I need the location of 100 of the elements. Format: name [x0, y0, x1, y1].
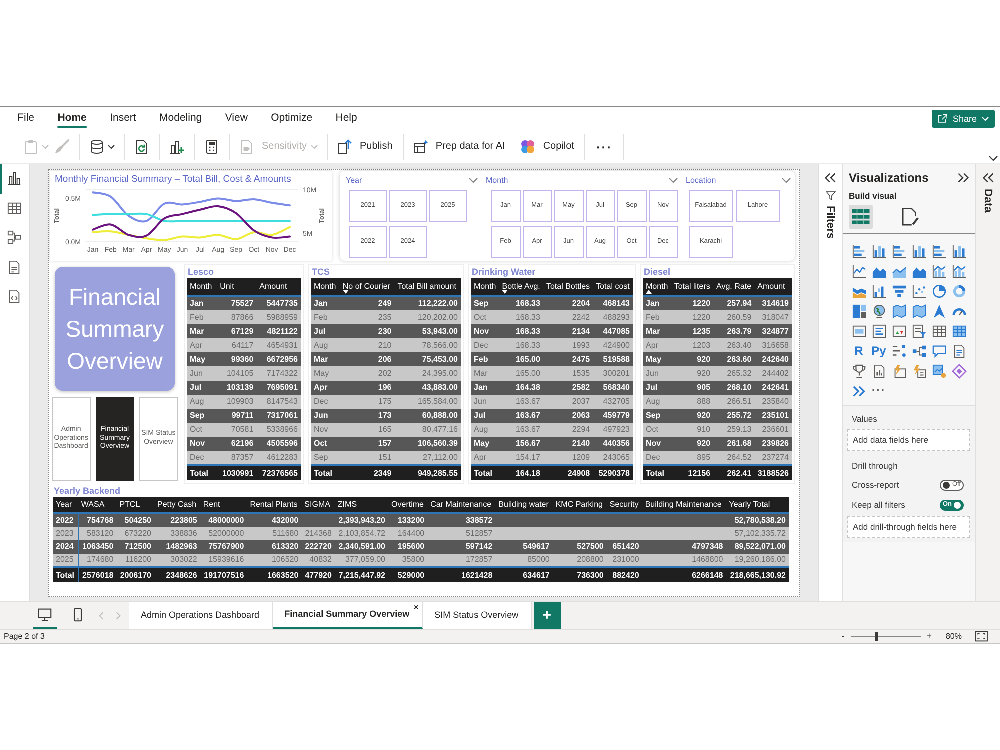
column-header[interactable]: Total Bill amount — [394, 278, 461, 296]
column-header[interactable]: Security — [606, 497, 642, 513]
prep-data-button[interactable]: Prep data for AI — [412, 136, 506, 158]
column-header[interactable]: ZIMS — [334, 497, 389, 513]
trophy-icon[interactable] — [852, 364, 866, 378]
hierarchy-icon[interactable] — [912, 344, 926, 358]
add-page-button[interactable]: + — [534, 602, 561, 629]
table-icon[interactable] — [932, 324, 946, 338]
column-header[interactable]: Petty Cash — [154, 497, 200, 513]
matrix-icon[interactable] — [952, 324, 966, 338]
column-header[interactable]: Year — [53, 497, 78, 513]
double-chevron-right-icon[interactable] — [958, 173, 969, 183]
toggle-knob[interactable] — [943, 482, 950, 488]
column-header[interactable]: Building Maintenance — [642, 497, 726, 513]
column-header[interactable]: KMC Parking — [552, 497, 607, 513]
python-visual-button[interactable]: Py — [872, 345, 886, 357]
menu-tab[interactable]: Home — [46, 108, 98, 130]
column-header[interactable]: Total Bottles — [543, 278, 594, 296]
column-header[interactable]: Bottle Avg. — [499, 278, 544, 296]
horizontal-bar-chart-icon[interactable] — [892, 244, 906, 258]
column-header[interactable]: SIGMA — [302, 497, 335, 513]
column-header[interactable]: Avg. Rate — [714, 278, 755, 296]
chevron-down-icon[interactable] — [989, 156, 998, 161]
column-header[interactable]: Total cost — [593, 278, 633, 296]
waterfall-chart-icon[interactable] — [872, 284, 886, 298]
share-button[interactable]: Share — [932, 110, 995, 128]
donut-chart-icon[interactable] — [952, 284, 966, 298]
column-header[interactable]: WASA — [78, 497, 117, 513]
column-header[interactable]: Yearly Total — [726, 497, 789, 513]
page-tab[interactable]: SIM Status Overview — [422, 602, 532, 629]
column-header[interactable]: Month — [187, 278, 218, 296]
map-icon[interactable] — [892, 304, 906, 318]
column-header[interactable]: Month — [311, 278, 340, 296]
page-tab[interactable]: Admin Operations Dashboard — [129, 602, 273, 629]
column-header[interactable]: Building water — [496, 497, 553, 513]
column-header[interactable]: Rental Plants — [247, 497, 302, 513]
navigation-arrow-icon[interactable] — [932, 304, 946, 318]
caret-icon[interactable] — [108, 145, 115, 149]
zoom-out-button[interactable]: - — [840, 632, 846, 641]
publish-button[interactable]: Publish — [337, 136, 394, 158]
menu-tab[interactable]: Insert — [98, 108, 148, 130]
toggle-knob[interactable] — [954, 502, 961, 508]
horizontal-bar-chart-icon[interactable] — [852, 244, 866, 258]
column-header[interactable]: Total liters — [671, 278, 714, 296]
column-header[interactable]: Unit — [217, 278, 257, 296]
filter-icon[interactable] — [826, 191, 836, 201]
slider-thumb[interactable] — [874, 632, 878, 641]
fit-page-icon[interactable] — [975, 631, 988, 642]
dot-bars-icon[interactable] — [892, 344, 906, 358]
column-header[interactable]: Rent — [200, 497, 248, 513]
list-card-icon[interactable] — [872, 324, 886, 338]
menu-tab[interactable]: Modeling — [148, 108, 214, 130]
zoom-in-button[interactable]: + — [926, 632, 933, 641]
more-button[interactable]: ··· — [594, 136, 614, 158]
combo-chart-icon[interactable] — [952, 264, 966, 278]
bars-grid-icon[interactable] — [849, 205, 873, 229]
pane-title[interactable]: Filters — [824, 206, 836, 240]
r-visual-button[interactable]: R — [854, 345, 864, 357]
globe-icon[interactable] — [872, 304, 886, 318]
close-button[interactable]: × — [414, 604, 419, 612]
diamond-icon[interactable] — [952, 364, 966, 378]
column-header[interactable]: Overtime — [388, 497, 428, 513]
copilot-button[interactable]: Copilot — [520, 136, 576, 158]
document-chart-icon[interactable] — [872, 364, 886, 378]
horizontal-bar-chart-icon[interactable] — [932, 244, 946, 258]
lightning-flow-icon[interactable] — [912, 364, 926, 378]
column-header[interactable]: No of Courier — [340, 278, 395, 296]
funnel-icon[interactable] — [892, 284, 906, 298]
column-header[interactable]: Amount — [256, 278, 301, 296]
menu-tab[interactable]: Optimize — [260, 108, 324, 130]
double-chevron-left-icon[interactable] — [982, 173, 994, 183]
scatter-chart-icon[interactable] — [912, 284, 926, 298]
column-header[interactable]: PTCL — [116, 497, 154, 513]
treemap-icon[interactable] — [852, 304, 866, 318]
drop-zone[interactable]: Add data fields here — [847, 429, 970, 451]
menu-tab[interactable]: View — [214, 108, 260, 130]
column-header[interactable]: Car Maintenance — [428, 497, 496, 513]
column-chart-icon[interactable] — [952, 244, 966, 258]
column-header[interactable]: Month — [471, 278, 500, 296]
menu-tab[interactable]: File — [6, 108, 46, 130]
column-chart-icon[interactable] — [912, 244, 926, 258]
triangle-card-icon[interactable] — [892, 324, 906, 338]
combo-chart-icon[interactable] — [932, 264, 946, 278]
document-icon[interactable] — [952, 344, 966, 358]
filter-list-icon[interactable] — [912, 324, 926, 338]
column-header[interactable]: Amount — [754, 278, 792, 296]
more-button[interactable]: ··· — [872, 386, 886, 396]
drop-zone[interactable]: Add drill-through fields here — [847, 516, 970, 538]
page-tab[interactable]: Financial Summary Overview × — [272, 602, 423, 629]
line-chart-icon[interactable] — [852, 264, 866, 278]
speech-bubble-icon[interactable] — [932, 344, 946, 358]
map-icon[interactable] — [912, 304, 926, 318]
menu-tab[interactable]: Help — [324, 108, 369, 130]
pie-chart-icon[interactable] — [932, 284, 946, 298]
double-chevron-icon[interactable] — [852, 384, 866, 398]
double-chevron-left-icon[interactable] — [825, 173, 836, 183]
column-chart-icon[interactable] — [872, 244, 886, 258]
column-header[interactable]: Month — [643, 278, 672, 296]
pane-title[interactable]: Data — [982, 189, 994, 213]
card-icon[interactable] — [852, 324, 866, 338]
